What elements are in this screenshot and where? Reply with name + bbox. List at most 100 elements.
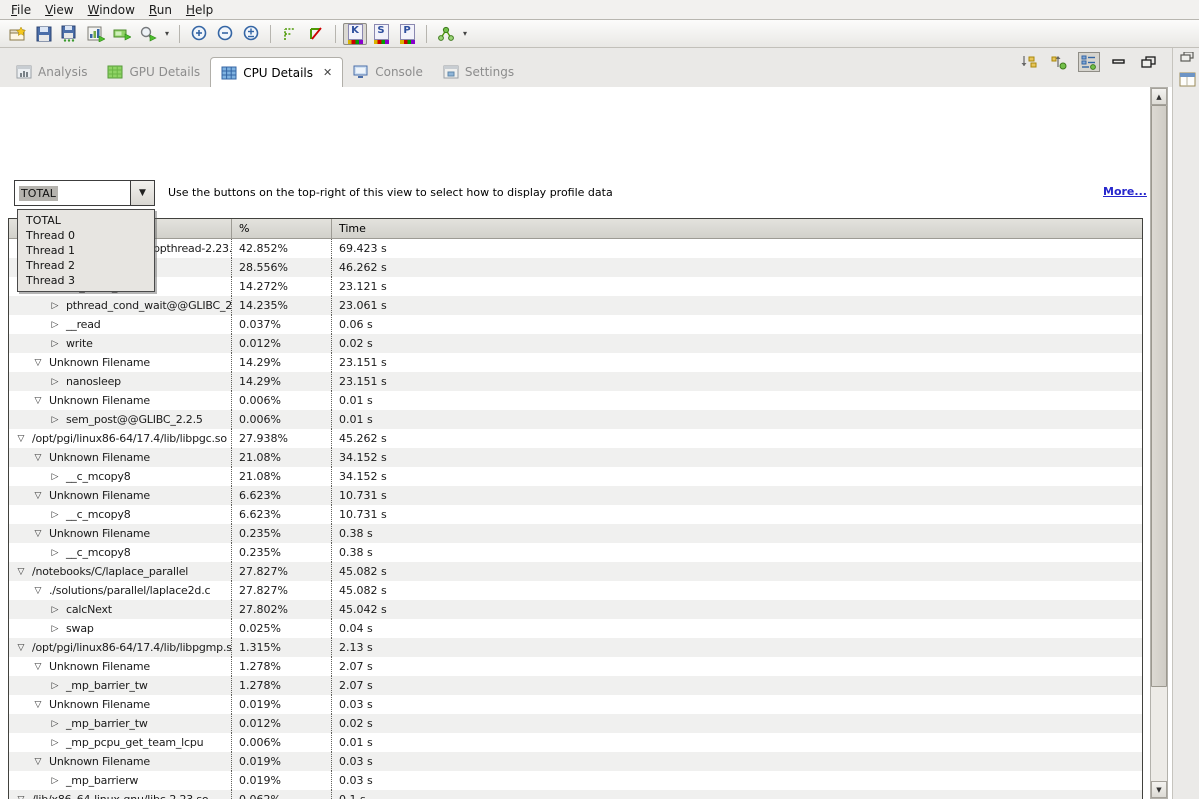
expander-collapsed-icon[interactable]: ▷ — [49, 339, 61, 349]
table-row[interactable]: ▽/opt/pgi/linux86-64/17.4/lib/libpgc.so2… — [9, 429, 1142, 448]
expander-collapsed-icon[interactable]: ▷ — [49, 301, 61, 311]
table-row[interactable]: ▽/notebooks/C/laplace_parallel27.827%45.… — [9, 562, 1142, 581]
clear-mark-button[interactable] — [304, 23, 328, 45]
table-row[interactable]: ▷__c_mcopy80.235%0.38 s — [9, 543, 1142, 562]
tab-console[interactable]: Console — [343, 57, 433, 87]
expander-open-icon[interactable]: ▽ — [32, 586, 44, 596]
thread-option[interactable]: Thread 1 — [18, 243, 154, 258]
expander-collapsed-icon[interactable]: ▷ — [49, 681, 61, 691]
scroll-up-button[interactable]: ▲ — [1151, 88, 1167, 105]
scrollbar-track[interactable] — [1151, 105, 1167, 781]
table-row[interactable]: ▽Unknown Filename0.019%0.03 s — [9, 695, 1142, 714]
thread-selector[interactable]: TOTAL ▼ — [14, 180, 155, 206]
callees-tree-button[interactable] — [1048, 52, 1070, 72]
menu-window[interactable]: Window — [85, 1, 146, 19]
expander-open-icon[interactable]: ▽ — [32, 662, 44, 672]
expander-open-icon[interactable]: ▽ — [32, 700, 44, 710]
expander-open-icon[interactable]: ▽ — [15, 795, 27, 799]
table-row[interactable]: ▽Unknown Filename28.556%46.262 s — [9, 258, 1142, 277]
table-row[interactable]: ▷pthread_cond_wait@@GLIBC_2.314.235%23.0… — [9, 296, 1142, 315]
new-session-button[interactable] — [6, 23, 30, 45]
profile-mode-button[interactable]: P — [395, 23, 419, 45]
expander-collapsed-icon[interactable]: ▷ — [49, 719, 61, 729]
table-row[interactable]: ▽Unknown Filename0.019%0.03 s — [9, 752, 1142, 771]
restore-views-icon[interactable] — [1180, 52, 1195, 62]
table-row[interactable]: ▽/lib/x86_64-linux-gnu/libc-2.23.so0.062… — [9, 790, 1142, 799]
expander-collapsed-icon[interactable]: ▷ — [49, 415, 61, 425]
save-button[interactable] — [32, 23, 56, 45]
table-row[interactable]: ▽/lib/x86_64-linux-gnu/libpthread-2.23.s… — [9, 239, 1142, 258]
tab-settings[interactable]: Settings — [433, 57, 524, 87]
table-row[interactable]: ▽Unknown Filename0.006%0.01 s — [9, 391, 1142, 410]
expander-collapsed-icon[interactable]: ▷ — [49, 320, 61, 330]
analysis-tree-button[interactable] — [434, 23, 458, 45]
minimize-view-button[interactable] — [1108, 52, 1130, 72]
menu-help[interactable]: Help — [183, 1, 224, 19]
profile-application-button[interactable] — [84, 23, 108, 45]
tab-gpu-details[interactable]: GPU Details — [97, 57, 210, 87]
expander-open-icon[interactable]: ▽ — [32, 453, 44, 463]
expander-collapsed-icon[interactable]: ▷ — [49, 472, 61, 482]
menu-view[interactable]: View — [42, 1, 84, 19]
thread-selector-arrow-button[interactable]: ▼ — [130, 180, 155, 206]
tab-cpu-details[interactable]: CPU Details ✕ — [210, 57, 343, 87]
table-row[interactable]: ▷write0.012%0.02 s — [9, 334, 1142, 353]
callers-tree-button[interactable] — [1018, 52, 1040, 72]
table-row[interactable]: ▷_mp_barrier_tw1.278%2.07 s — [9, 676, 1142, 695]
expander-collapsed-icon[interactable]: ▷ — [49, 738, 61, 748]
menu-file[interactable]: File — [8, 1, 42, 19]
expander-collapsed-icon[interactable]: ▷ — [49, 548, 61, 558]
table-row[interactable]: ▷__c_mcopy86.623%10.731 s — [9, 505, 1142, 524]
table-row[interactable]: ▽Unknown Filename14.29%23.151 s — [9, 353, 1142, 372]
table-row[interactable]: ▽Unknown Filename1.278%2.07 s — [9, 657, 1142, 676]
thread-option[interactable]: Thread 3 — [18, 273, 154, 288]
zoom-out-button[interactable] — [213, 23, 237, 45]
thread-selector-field[interactable]: TOTAL — [14, 180, 130, 206]
search-run-button[interactable] — [136, 23, 160, 45]
source-mode-button[interactable]: S — [369, 23, 393, 45]
kernel-mode-button[interactable]: K — [343, 23, 367, 45]
table-row[interactable]: ▽Unknown Filename0.235%0.38 s — [9, 524, 1142, 543]
column-header-time[interactable]: Time — [331, 219, 1142, 238]
save-all-button[interactable] — [58, 23, 82, 45]
minimized-table-view-icon[interactable] — [1179, 72, 1196, 87]
table-row[interactable]: ▷_mp_pcpu_get_team_lcpu0.006%0.01 s — [9, 733, 1142, 752]
mark-range-button[interactable] — [278, 23, 302, 45]
expander-open-icon[interactable]: ▽ — [15, 643, 27, 653]
analysis-options-caret[interactable]: ▾ — [460, 29, 470, 38]
expander-collapsed-icon[interactable]: ▷ — [49, 776, 61, 786]
table-row[interactable]: ▷sem_post@@GLIBC_2.2.50.006%0.01 s — [9, 410, 1142, 429]
maximize-view-button[interactable] — [1138, 52, 1160, 72]
thread-option[interactable]: Thread 0 — [18, 228, 154, 243]
expander-open-icon[interactable]: ▽ — [32, 491, 44, 501]
scroll-down-button[interactable]: ▼ — [1151, 781, 1167, 798]
more-link[interactable]: More... — [1103, 185, 1147, 198]
column-header-percent[interactable]: % — [231, 219, 331, 238]
flat-profile-button[interactable] — [1078, 52, 1100, 72]
table-row[interactable]: ▽/opt/pgi/linux86-64/17.4/lib/libpgmp.so… — [9, 638, 1142, 657]
expander-collapsed-icon[interactable]: ▷ — [49, 624, 61, 634]
table-row[interactable]: ▽./solutions/parallel/laplace2d.c27.827%… — [9, 581, 1142, 600]
thread-option[interactable]: Thread 2 — [18, 258, 154, 273]
menu-run[interactable]: Run — [146, 1, 183, 19]
vertical-scrollbar[interactable]: ▲ ▼ — [1150, 87, 1168, 799]
expander-collapsed-icon[interactable]: ▷ — [49, 510, 61, 520]
tab-analysis[interactable]: Analysis — [6, 57, 97, 87]
expander-open-icon[interactable]: ▽ — [15, 567, 27, 577]
expander-open-icon[interactable]: ▽ — [32, 396, 44, 406]
expander-open-icon[interactable]: ▽ — [15, 434, 27, 444]
run-options-caret[interactable]: ▾ — [162, 29, 172, 38]
table-row[interactable]: ▷do_futex_wait14.272%23.121 s — [9, 277, 1142, 296]
expander-open-icon[interactable]: ▽ — [32, 757, 44, 767]
scrollbar-thumb[interactable] — [1151, 105, 1167, 687]
table-row[interactable]: ▷calcNext27.802%45.042 s — [9, 600, 1142, 619]
table-row[interactable]: ▷swap0.025%0.04 s — [9, 619, 1142, 638]
close-tab-icon[interactable]: ✕ — [323, 66, 332, 79]
thread-option[interactable]: TOTAL — [18, 213, 154, 228]
table-row[interactable]: ▷_mp_barrier_tw0.012%0.02 s — [9, 714, 1142, 733]
zoom-fit-button[interactable] — [239, 23, 263, 45]
table-row[interactable]: ▽Unknown Filename6.623%10.731 s — [9, 486, 1142, 505]
table-row[interactable]: ▷_mp_barrierw0.019%0.03 s — [9, 771, 1142, 790]
expander-open-icon[interactable]: ▽ — [32, 358, 44, 368]
timeline-segment-button[interactable] — [110, 23, 134, 45]
